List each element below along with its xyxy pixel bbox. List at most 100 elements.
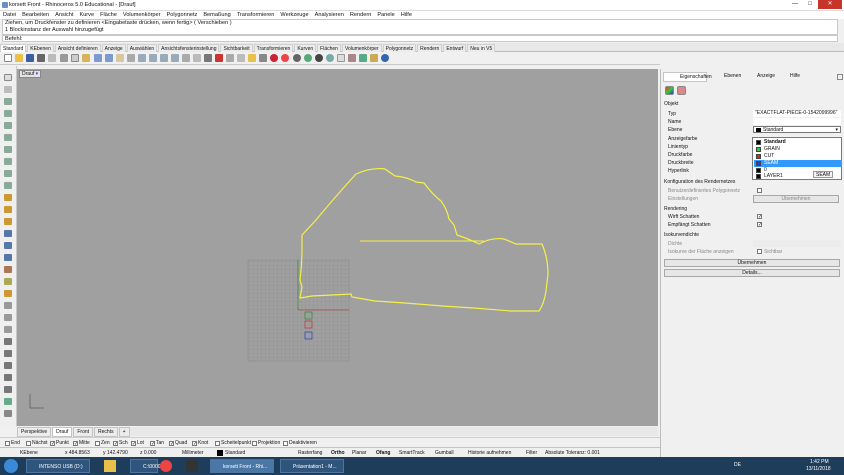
menu-hilfe[interactable]: Hilfe — [398, 11, 415, 19]
osnap-checkbox[interactable]: ✓ — [131, 440, 136, 446]
clock-date[interactable]: 13/11/2018 — [806, 466, 831, 472]
chrome-icon[interactable] — [160, 460, 172, 472]
open-folder-icon[interactable] — [15, 54, 23, 62]
osnap-checkbox[interactable] — [5, 440, 10, 446]
osnap-checkbox[interactable]: ✓ — [50, 440, 55, 446]
boolean-icon[interactable] — [4, 278, 12, 285]
osnap-checkbox[interactable]: ✓ — [73, 440, 78, 446]
task-usb-drive[interactable]: INTENSO USB (D:) — [26, 459, 90, 473]
osnap-lot[interactable]: ✓ Lot — [131, 440, 144, 446]
scale-icon[interactable] — [4, 374, 12, 381]
dimension-icon[interactable] — [4, 410, 12, 417]
zoom-selected-icon[interactable] — [171, 54, 179, 62]
freeform-icon[interactable] — [4, 182, 12, 189]
menu-datei[interactable]: Datei — [0, 11, 19, 19]
status-cplane[interactable]: KEbene — [20, 450, 38, 456]
osnap-checkbox[interactable]: ✓ — [169, 440, 174, 446]
cylinder-icon[interactable] — [4, 254, 12, 261]
split-icon[interactable] — [4, 314, 12, 321]
circle-icon[interactable] — [4, 122, 12, 129]
move-icon[interactable] — [4, 338, 12, 345]
arc-icon[interactable] — [4, 134, 12, 141]
tab-perspektive[interactable]: Perspektive — [17, 427, 52, 437]
surface-icon[interactable] — [4, 194, 12, 201]
osnap-sch[interactable]: ✓ Sch — [113, 440, 128, 446]
sphere-icon[interactable] — [4, 242, 12, 249]
custom-mesh-checkbox[interactable] — [757, 188, 762, 193]
status-ortho[interactable]: Ortho — [331, 450, 345, 456]
shaded-sphere-icon[interactable] — [304, 54, 312, 62]
light-icon[interactable] — [337, 54, 345, 62]
osnap-end[interactable]: End — [5, 440, 20, 446]
status-smarttrack[interactable]: SmartTrack — [399, 450, 425, 456]
copy-icon[interactable] — [71, 54, 79, 62]
menu-bemassung[interactable]: Bemaßung — [200, 11, 233, 19]
rotate-view-icon[interactable] — [127, 54, 135, 62]
osnap-knot[interactable]: ✓ Knot — [192, 440, 208, 446]
loft-icon[interactable] — [4, 218, 12, 225]
status-ofang[interactable]: Ofang — [376, 450, 390, 456]
osnap-checkbox[interactable]: ✓ — [150, 440, 155, 446]
menu-ansicht[interactable]: Ansicht — [52, 11, 76, 19]
task-c-drive[interactable]: C:\0000 — [130, 459, 161, 473]
zoom-window-icon[interactable] — [149, 54, 157, 62]
osnap-tan[interactable]: ✓ Tan — [150, 440, 164, 446]
name-input[interactable] — [753, 118, 841, 125]
mesh-apply-button[interactable]: Übernehmen — [753, 195, 839, 203]
status-layer[interactable]: Standard — [225, 450, 245, 456]
iso-visible-checkbox[interactable] — [757, 249, 762, 254]
status-gumball[interactable]: Gumball — [435, 450, 454, 456]
object-properties-icon[interactable] — [665, 86, 674, 95]
status-planar[interactable]: Planar — [352, 450, 366, 456]
dropdown-item-seam[interactable]: SEAM — [754, 160, 842, 167]
status-rasterfang[interactable]: Rasterfang — [298, 450, 322, 456]
osnap-checkbox[interactable] — [26, 440, 31, 446]
select-arrow-icon[interactable] — [4, 74, 12, 81]
menu-werkzeuge[interactable]: Werkzeuge — [277, 11, 311, 19]
unity-icon[interactable] — [186, 460, 198, 472]
light-bulb-icon[interactable] — [248, 54, 256, 62]
fillet-icon[interactable] — [4, 290, 12, 297]
viewport-drauf[interactable]: Drauf ▾ — [17, 69, 658, 426]
menu-flaeche[interactable]: Fläche — [97, 11, 120, 19]
zoom-icon[interactable] — [138, 54, 146, 62]
pan-hand-icon[interactable] — [116, 54, 124, 62]
zoom-extents-icon[interactable] — [160, 54, 168, 62]
minimize-button[interactable]: — — [788, 0, 802, 9]
render-sphere-icon[interactable] — [293, 54, 301, 62]
tab-eigenschaften[interactable]: Eigenschaften — [663, 72, 712, 82]
clock-time[interactable]: 1:42 PM — [810, 459, 829, 465]
tab-hilfe[interactable]: Hilfe — [774, 72, 800, 82]
cut-icon[interactable] — [60, 54, 68, 62]
lock-icon[interactable] — [259, 54, 267, 62]
color-wheel-icon[interactable] — [281, 54, 289, 62]
casts-shadows-checkbox[interactable]: ✓ — [757, 214, 762, 220]
hide-icon[interactable] — [237, 54, 245, 62]
tab-anzeige-panel[interactable]: Anzeige — [741, 72, 775, 82]
menu-transformieren[interactable]: Transformieren — [234, 11, 278, 19]
extrude-icon[interactable] — [4, 206, 12, 213]
ellipse-icon[interactable] — [4, 146, 12, 153]
polyline-icon[interactable] — [4, 98, 12, 105]
receives-shadows-checkbox[interactable]: ✓ — [757, 222, 762, 228]
menu-analysieren[interactable]: Analysieren — [312, 11, 347, 19]
osnap-checkbox[interactable] — [252, 440, 257, 446]
array-icon[interactable] — [4, 398, 12, 405]
plugin-icon[interactable] — [359, 54, 367, 62]
maximize-button[interactable]: □ — [803, 0, 817, 9]
tools-icon[interactable] — [348, 54, 356, 62]
redo-icon[interactable] — [105, 54, 113, 62]
copy-tool-icon[interactable] — [4, 350, 12, 357]
osnap-checkbox[interactable] — [215, 440, 220, 446]
properties-icon[interactable] — [270, 54, 278, 62]
panel-options-icon[interactable] — [837, 74, 843, 80]
osnap-checkbox[interactable] — [95, 440, 100, 446]
osnap-naechst[interactable]: Nächst — [26, 440, 48, 446]
dropdown-item-standard[interactable]: Standard — [754, 139, 842, 146]
status-filter[interactable]: Filter — [526, 450, 537, 456]
osnap-mitte[interactable]: ✓ Mitte — [73, 440, 90, 446]
layer-select[interactable]: Standard ▾ — [753, 126, 841, 133]
material-icon[interactable] — [677, 86, 686, 95]
menu-polygonnetz[interactable]: Polygonnetz — [164, 11, 201, 19]
undo-view-icon[interactable] — [182, 54, 190, 62]
